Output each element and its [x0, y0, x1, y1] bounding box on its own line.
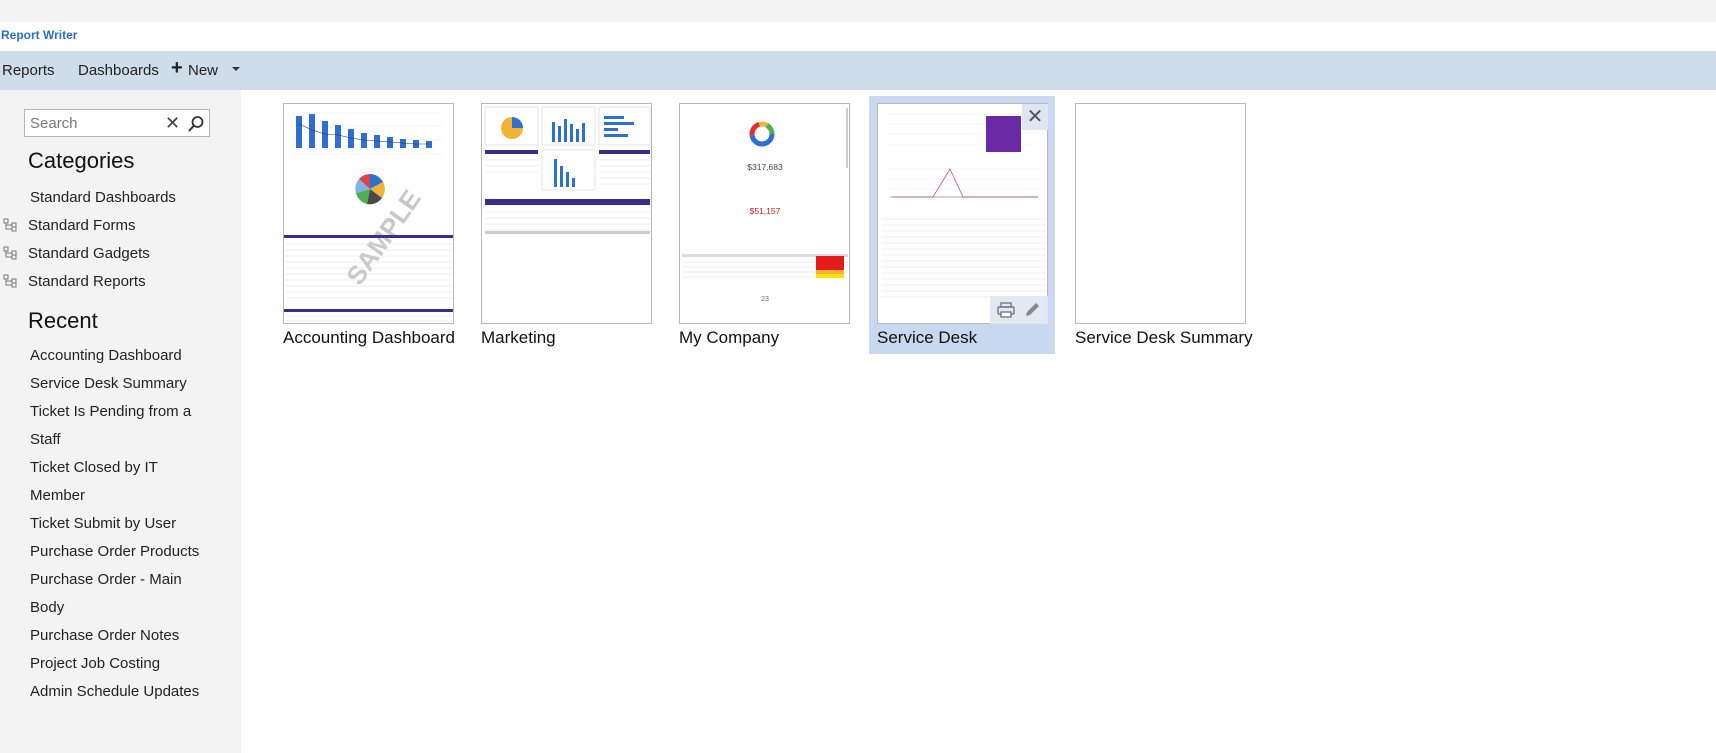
- dashboard-tile-marketing[interactable]: Marketing: [473, 96, 659, 354]
- caret-down-icon[interactable]: [232, 67, 240, 71]
- recent-item[interactable]: Ticket Closed by IT Member: [30, 454, 180, 510]
- recent-item[interactable]: Purchase Order - Main Body: [30, 566, 190, 622]
- dashboard-title[interactable]: My Company: [679, 328, 779, 348]
- tree-expand-icon[interactable]: [3, 246, 19, 260]
- top-strip: [0, 0, 1716, 22]
- category-standard-forms[interactable]: Standard Forms: [28, 217, 136, 234]
- tree-expand-icon[interactable]: [3, 274, 19, 288]
- thumbnail-preview: SAMPLE: [284, 111, 453, 322]
- category-standard-reports[interactable]: Standard Reports: [28, 273, 146, 290]
- tile-actions: [990, 296, 1048, 324]
- recent-item[interactable]: Accounting Dashboard: [30, 342, 210, 370]
- thumbnail-preview: [881, 113, 1046, 298]
- print-icon[interactable]: [997, 302, 1015, 318]
- recent-item[interactable]: Project Job Costing: [30, 650, 220, 678]
- dashboard-tile-service-desk[interactable]: ✕ Service Desk: [869, 96, 1055, 354]
- thumbnail-preview: [484, 106, 651, 234]
- search-icon[interactable]: [187, 115, 205, 133]
- nav-bar: Reports Dashboards + New: [0, 51, 1716, 90]
- nav-dashboards[interactable]: Dashboards: [78, 62, 159, 79]
- dashboard-tile-my-company[interactable]: $317,683 $51,157 23 My Company: [671, 96, 857, 354]
- nav-new[interactable]: New: [188, 62, 218, 79]
- dashboard-title[interactable]: Accounting Dashboard: [283, 328, 455, 348]
- kpi-projects-count: 23: [761, 296, 769, 303]
- search-input[interactable]: [30, 114, 160, 132]
- dashboard-title[interactable]: Service Desk: [877, 328, 977, 348]
- nav-reports[interactable]: Reports: [2, 62, 55, 79]
- dashboard-thumbnail: $317,683 $51,157 23: [679, 103, 850, 324]
- recent-item[interactable]: Purchase Order Notes: [30, 622, 220, 650]
- app-bar: Report Writer: [0, 22, 1716, 51]
- recent-item[interactable]: Ticket Submit by User: [30, 510, 220, 538]
- tree-expand-icon[interactable]: [3, 218, 19, 232]
- recent-item[interactable]: Service Desk Summary: [30, 370, 210, 398]
- kpi-revenue: $317,683: [747, 162, 783, 172]
- categories-heading: Categories: [28, 148, 135, 173]
- dashboard-tile-service-desk-summary[interactable]: Service Desk Summary: [1067, 96, 1253, 354]
- recent-item[interactable]: Ticket Is Pending from a Staff: [30, 398, 200, 454]
- category-standard-dashboards[interactable]: Standard Dashboards: [30, 189, 176, 206]
- dashboard-thumbnail: [481, 103, 652, 324]
- dashboard-title[interactable]: Marketing: [481, 328, 556, 348]
- dashboard-tile-accounting[interactable]: SAMPLE Accounting Dashboard: [275, 96, 461, 354]
- dashboard-title[interactable]: Service Desk Summary: [1075, 328, 1253, 348]
- category-standard-gadgets[interactable]: Standard Gadgets: [28, 245, 150, 262]
- recent-heading: Recent: [28, 308, 98, 333]
- dashboard-thumbnail: SAMPLE: [283, 103, 454, 324]
- close-icon[interactable]: ✕: [1022, 104, 1048, 130]
- thumbnail-preview: $317,683 $51,157 23: [682, 108, 848, 303]
- dashboard-thumbnail: [1075, 103, 1246, 324]
- edit-icon[interactable]: [1023, 302, 1041, 318]
- plus-icon[interactable]: +: [171, 57, 183, 80]
- dashboard-thumbnail: [877, 103, 1048, 324]
- search-box: ✕: [24, 109, 210, 137]
- sidebar: ✕ Categories Standard Dashboards Standar…: [0, 90, 241, 753]
- clear-icon[interactable]: ✕: [165, 112, 180, 134]
- recent-item[interactable]: Purchase Order Products: [30, 538, 230, 566]
- recent-item[interactable]: Admin Schedule Updates: [30, 678, 235, 706]
- kpi-over-budget: $51,157: [750, 206, 781, 216]
- app-title[interactable]: Report Writer: [1, 28, 77, 42]
